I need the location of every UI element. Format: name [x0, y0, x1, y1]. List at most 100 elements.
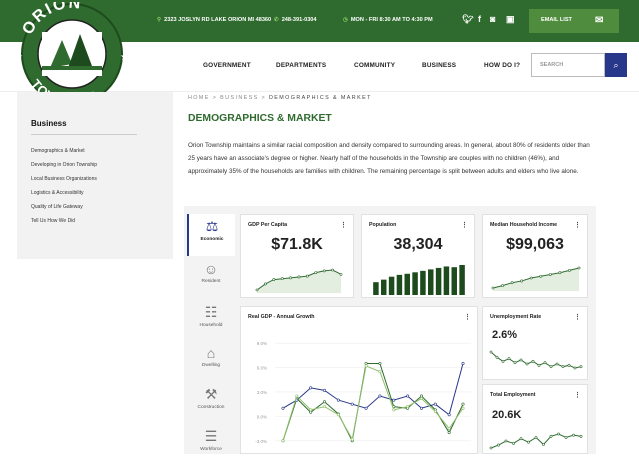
gdp-point [323, 388, 327, 392]
gdp-point [461, 402, 465, 406]
gdp-point [461, 406, 465, 410]
tab-dwelling[interactable]: ⌂ Dwelling [187, 341, 235, 383]
workforce-icon: ☰ [204, 428, 218, 444]
nav-government[interactable]: GOVERNMENT [203, 62, 251, 69]
phone-text[interactable]: 248-391-0304 [282, 17, 317, 23]
search-icon: ⌕ [613, 60, 619, 70]
card-menu-icon[interactable]: ⋮ [574, 313, 581, 321]
breadcrumb-business[interactable]: BUSINESS [220, 95, 258, 101]
sidebar-item-organizations[interactable]: Local Business Organizations [31, 176, 97, 182]
population-bar [412, 272, 418, 295]
sidebar-item-feedback[interactable]: Tell Us How We Did [31, 218, 75, 224]
gdp-point [419, 406, 423, 410]
card-title: Unemployment Rate [490, 314, 542, 320]
sparkline-point [579, 365, 583, 369]
sparkline-point [495, 355, 499, 359]
email-list-button[interactable]: EMAIL LIST ✉ [529, 9, 619, 33]
sparkline-point [531, 359, 535, 363]
sparkline-point [322, 269, 326, 273]
gdp-point [447, 413, 451, 417]
sparkline-point [537, 363, 541, 367]
economic-icon: ⚖ [205, 218, 219, 234]
twitter-icon[interactable]: 🐦︎ [462, 14, 473, 25]
population-bar [381, 279, 387, 295]
sparkline-point [555, 362, 559, 366]
sparkline-point [272, 278, 276, 281]
sparkline-point [542, 443, 545, 446]
card-menu-icon[interactable]: ⋮ [574, 221, 581, 229]
card-title: Population [369, 222, 397, 228]
facebook-icon[interactable]: f [478, 14, 481, 24]
sidebar-item-logistics[interactable]: Logistics & Accessibility [31, 190, 84, 196]
gdp-point [364, 406, 368, 410]
sidebar-item-demographics[interactable]: Demographics & Market [31, 148, 85, 154]
card-menu-icon[interactable]: ⋮ [464, 313, 471, 321]
gdp-point [378, 370, 382, 374]
resident-icon: ☺ [203, 261, 219, 277]
sparkline-point [504, 439, 508, 443]
envelope-icon: ✉ [595, 15, 604, 26]
sparkline-point [561, 365, 565, 369]
card-menu-icon[interactable]: ⋮ [340, 221, 347, 229]
gdp-point [406, 394, 410, 398]
sparkline-point [534, 436, 538, 439]
sparkline-point [577, 266, 581, 270]
breadcrumb-separator: > [212, 95, 218, 101]
sparkline-point [497, 443, 500, 447]
sparkline-line [490, 351, 582, 369]
tab-household[interactable]: ☷ Household [187, 300, 235, 342]
y-tick-label: -3.0% [255, 439, 267, 444]
sparkline-point [507, 357, 511, 361]
sidebar-item-developing[interactable]: Developing in Orion Township [31, 162, 97, 168]
sparkline-point [280, 277, 284, 281]
nav-how-do-i[interactable]: HOW DO I? [484, 62, 520, 69]
youtube-icon[interactable]: ▣ [506, 14, 515, 25]
tab-economic[interactable]: ⚖ Economic [187, 214, 235, 256]
sidebar: Business Demographics & Market Developin… [17, 92, 173, 259]
sidebar-divider [31, 134, 137, 135]
card-menu-icon[interactable]: ⋮ [574, 391, 581, 399]
search-input[interactable]: SEARCH [531, 53, 605, 77]
breadcrumb-home[interactable]: HOME [188, 95, 210, 101]
hours-info: ◷ MON - FRI 8:30 AM TO 4:30 PM [343, 17, 433, 23]
intro-paragraph: Orion Township maintains a similar racia… [188, 142, 590, 175]
construction-icon: ⚒ [204, 386, 218, 402]
population-bar [459, 265, 465, 295]
gdp-point [309, 386, 313, 390]
sparkline-point [548, 273, 552, 276]
population-bar [428, 269, 434, 295]
sparkline-point [527, 440, 530, 444]
search-button[interactable]: ⌕ [605, 53, 627, 77]
median-income-sparkline [491, 266, 581, 291]
median-income-card: Median Household Income ⋮ $99,063 [482, 214, 588, 298]
population-bar-chart [373, 265, 465, 295]
sidebar-item-quality[interactable]: Quality of Life Gateway [31, 204, 83, 210]
sparkline-point [289, 276, 293, 280]
phone-info[interactable]: ✆ 248-391-0304 [274, 17, 317, 23]
card-value: 20.6K [492, 409, 522, 421]
tab-workforce[interactable]: ☰ Workforce [187, 424, 235, 466]
gdp-point [323, 400, 327, 404]
tab-label: Household [199, 323, 223, 328]
gdp-point [433, 409, 437, 413]
card-value: $99,063 [506, 236, 564, 253]
address-text: 2323 JOSLYN RD LAKE ORION MI 48360 [164, 17, 272, 23]
sparkline-point [573, 366, 577, 370]
card-title: Total Employment [490, 392, 536, 398]
y-tick-label: 9.0% [257, 341, 267, 346]
email-list-label: EMAIL LIST [541, 17, 572, 23]
employment-sparkline [489, 432, 583, 450]
sparkline-point [501, 359, 505, 363]
sparkline-point [579, 434, 583, 438]
tab-resident[interactable]: ☺ Resident [187, 257, 235, 299]
instagram-icon[interactable]: ◙ [490, 14, 495, 24]
nav-business[interactable]: BUSINESS [422, 62, 456, 69]
nav-community[interactable]: COMMUNITY [354, 62, 395, 69]
nav-departments[interactable]: DEPARTMENTS [276, 62, 326, 69]
tab-construction[interactable]: ⚒ Construction [187, 382, 235, 424]
unemployment-card: Unemployment Rate ⋮ 2.6% [482, 306, 588, 380]
gdp-point [336, 398, 340, 402]
dashboard-panel: ⚖ Economic ☺ Resident ☷ Household ⌂ Dwelling… [184, 206, 596, 454]
sparkline-point [489, 350, 493, 354]
card-menu-icon[interactable]: ⋮ [461, 221, 468, 229]
